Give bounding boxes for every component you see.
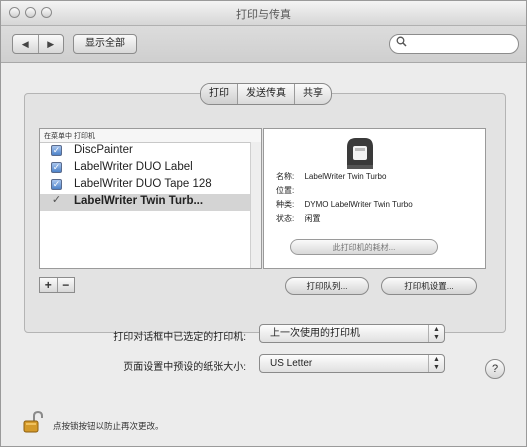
- detail-kind-label: 种类:: [276, 200, 295, 209]
- printer-setup-button[interactable]: 打印机设置...: [381, 277, 477, 295]
- printer-row[interactable]: ✓ DiscPainter: [40, 143, 251, 160]
- help-button[interactable]: ?: [485, 359, 505, 379]
- printer-name: LabelWriter DUO Label: [74, 161, 193, 173]
- forward-button[interactable]: ▶: [39, 35, 64, 53]
- unlocked-padlock-icon[interactable]: [23, 410, 45, 433]
- in-menu-checkbox[interactable]: ✓: [51, 145, 62, 156]
- in-menu-checkbox[interactable]: ✓: [51, 195, 62, 207]
- print-queue-button[interactable]: 打印队列...: [285, 277, 369, 295]
- tab-sharing[interactable]: 共享: [295, 84, 331, 104]
- back-forward-control: ◀ ▶: [12, 34, 64, 54]
- tab-bar: 打印 发送传真 共享: [200, 83, 332, 105]
- detail-name: 名称: LabelWriter Twin Turbo: [276, 171, 386, 182]
- paper-size-value: US Letter: [270, 358, 313, 369]
- printer-row[interactable]: ✓ LabelWriter DUO Label: [40, 160, 251, 177]
- selected-printer-popup[interactable]: 上一次使用的打印机 ▲ ▼: [259, 324, 445, 343]
- paper-size-popup[interactable]: US Letter ▲ ▼: [259, 354, 445, 373]
- detail-kind: 种类: DYMO LabelWriter Twin Turbo: [276, 199, 413, 210]
- toolbar: ◀ ▶ 显示全部: [1, 26, 526, 63]
- selected-printer-label: 打印对话框中已选定的打印机:: [113, 332, 246, 343]
- window-title: 打印与传真: [236, 9, 291, 21]
- selected-printer-value: 上一次使用的打印机: [270, 328, 360, 339]
- tab-print[interactable]: 打印: [201, 84, 238, 104]
- tab-send-fax[interactable]: 发送传真: [238, 84, 295, 104]
- search-field[interactable]: [389, 34, 519, 54]
- add-remove-control: + −: [39, 277, 75, 293]
- title-bar: 打印与传真: [1, 1, 526, 26]
- lock-hint-text: 点按锁按钮以防止再次更改。: [53, 421, 164, 431]
- printer-name: DiscPainter: [74, 144, 133, 156]
- printer-list-scrollbar[interactable]: [250, 142, 261, 268]
- printer-list-header: 在菜单中 打印机: [40, 129, 261, 143]
- updown-arrows-icon: ▲ ▼: [428, 355, 444, 372]
- detail-status-value: 闲置: [304, 214, 321, 223]
- updown-arrows-icon: ▲ ▼: [428, 325, 444, 342]
- detail-status-label: 状态:: [276, 214, 295, 223]
- detail-location-label: 位置:: [276, 186, 295, 195]
- supplies-button[interactable]: 此打印机的耗材...: [290, 239, 438, 255]
- printer-list: 在菜单中 打印机 ✓ DiscPainter ✓ LabelWriter DUO…: [39, 128, 262, 269]
- add-printer-button[interactable]: +: [40, 278, 58, 292]
- printer-name: LabelWriter Twin Turb...: [74, 195, 204, 207]
- detail-name-label: 名称:: [276, 172, 295, 181]
- in-menu-checkbox[interactable]: ✓: [51, 179, 62, 190]
- preferences-window: 打印与传真 ◀ ▶ 显示全部 打印 发送传真 共享 在菜单中 打印机 ✓ Dis…: [0, 0, 527, 447]
- column-header-in-menu[interactable]: 在菜单中: [44, 131, 72, 141]
- in-menu-checkbox[interactable]: ✓: [51, 162, 62, 173]
- detail-status: 状态: 闲置: [276, 213, 320, 224]
- remove-printer-button[interactable]: −: [58, 278, 75, 292]
- column-header-printer[interactable]: 打印机: [74, 131, 95, 141]
- paper-size-label: 页面设置中预设的纸张大小:: [123, 362, 246, 373]
- detail-location: 位置:: [276, 185, 302, 196]
- printer-row[interactable]: ✓ LabelWriter DUO Tape 128: [40, 177, 251, 194]
- detail-kind-value: DYMO LabelWriter Twin Turbo: [304, 200, 413, 209]
- printer-name: LabelWriter DUO Tape 128: [74, 178, 212, 190]
- printer-row-selected[interactable]: ✓ LabelWriter Twin Turb...: [40, 194, 251, 211]
- detail-name-value: LabelWriter Twin Turbo: [304, 172, 387, 181]
- label-printer-icon: [341, 135, 379, 171]
- show-all-button[interactable]: 显示全部: [73, 34, 137, 54]
- search-icon: [396, 36, 407, 50]
- back-button[interactable]: ◀: [13, 35, 39, 53]
